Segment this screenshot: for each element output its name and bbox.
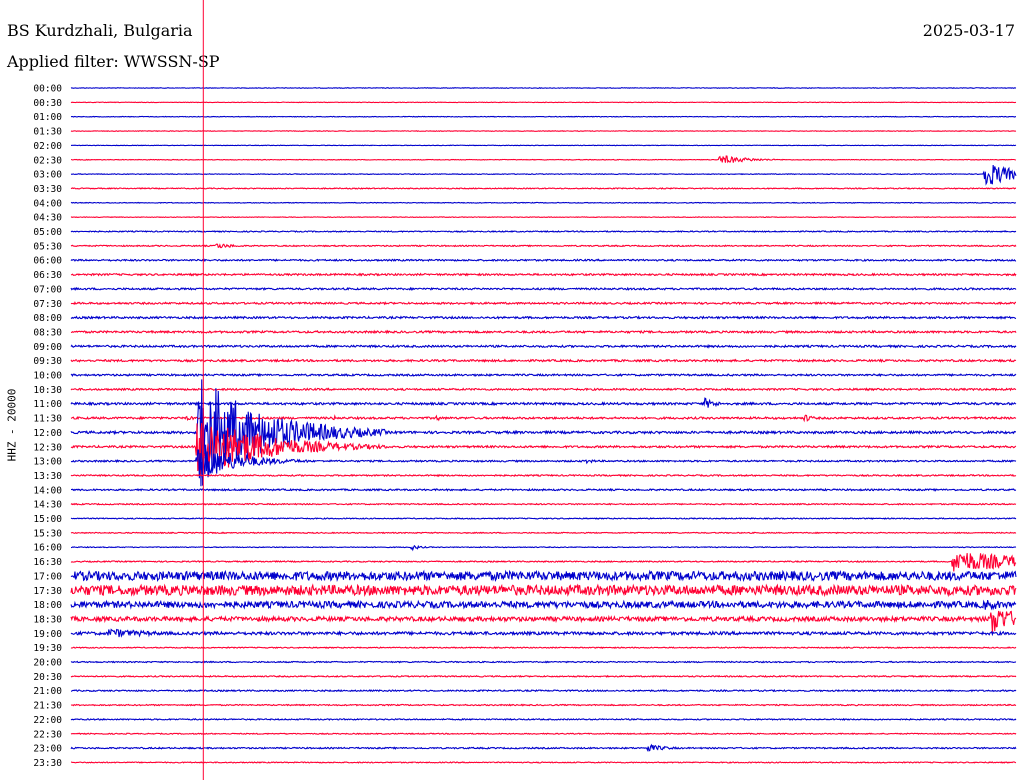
time-tick-label: 08:00 — [33, 313, 62, 324]
time-tick-label: 07:00 — [33, 284, 62, 295]
time-tick-label: 00:30 — [33, 98, 62, 109]
time-tick-label: 22:00 — [33, 715, 62, 726]
time-tick-label: 20:30 — [33, 672, 62, 683]
time-tick-label: 17:00 — [33, 571, 62, 582]
trace-line — [70, 201, 1017, 204]
trace-line — [70, 569, 1017, 583]
trace-line — [70, 230, 1017, 233]
trace-line — [70, 101, 1017, 104]
trace-line — [70, 115, 1017, 118]
trace-line — [70, 286, 1017, 292]
time-tick-label: 12:00 — [33, 428, 62, 439]
time-tick-label: 11:30 — [33, 414, 62, 425]
trace-line — [70, 646, 1017, 649]
time-tick-label: 08:30 — [33, 327, 62, 338]
trace-line — [70, 216, 1017, 219]
trace-line — [70, 552, 1017, 572]
trace-line — [70, 531, 1017, 535]
trace-line — [70, 703, 1017, 707]
time-tick-label: 15:30 — [33, 528, 62, 539]
trace-line — [70, 743, 1017, 752]
trace-line — [70, 87, 1017, 89]
time-tick-label: 13:30 — [33, 471, 62, 482]
time-tick-label: 21:00 — [33, 686, 62, 697]
time-tick-label: 05:30 — [33, 241, 62, 252]
time-tick-label: 06:30 — [33, 270, 62, 281]
trace-line — [70, 502, 1017, 506]
time-tick-label: 03:00 — [33, 170, 62, 181]
trace-line — [70, 343, 1017, 349]
trace-line — [70, 487, 1017, 492]
trace-line — [70, 272, 1017, 277]
trace-line — [70, 130, 1017, 133]
time-tick-label: 13:00 — [33, 457, 62, 468]
time-tick-label: 18:00 — [33, 600, 62, 611]
time-tick-label: 16:30 — [33, 557, 62, 568]
trace-line — [70, 144, 1017, 147]
time-tick-label: 23:00 — [33, 744, 62, 755]
trace-line — [70, 761, 1017, 764]
time-tick-label: 11:00 — [33, 399, 62, 410]
time-tick-label: 09:00 — [33, 342, 62, 353]
time-tick-label: 19:30 — [33, 643, 62, 654]
time-tick-label: 21:30 — [33, 701, 62, 712]
trace-line — [70, 517, 1017, 520]
time-tick-label: 12:30 — [33, 442, 62, 453]
time-tick-label: 14:30 — [33, 500, 62, 511]
time-tick-label: 23:30 — [33, 758, 62, 769]
trace-line — [70, 583, 1017, 598]
time-tick-label: 18:30 — [33, 614, 62, 625]
trace-line — [70, 358, 1017, 364]
time-tick-label: 05:00 — [33, 227, 62, 238]
time-tick-label: 06:00 — [33, 256, 62, 267]
trace-line — [70, 243, 1017, 249]
trace-line — [70, 610, 1017, 633]
time-tick-label: 03:30 — [33, 184, 62, 195]
time-tick-label: 04:00 — [33, 198, 62, 209]
trace-line — [70, 544, 1017, 552]
trace-line — [70, 387, 1017, 392]
time-tick-label: 22:30 — [33, 729, 62, 740]
helicorder-plot: BS Kurdzhali, Bulgaria 2025-03-17 Applie… — [0, 0, 1024, 780]
seismogram-traces: 00:00 00:30 01:00 01:30 02:00 02:30 03:00 03:30… — [33, 0, 1017, 780]
trace-line — [70, 397, 1017, 408]
trace-line — [70, 660, 1017, 664]
trace-line — [70, 628, 1017, 638]
time-tick-label: 16:00 — [33, 543, 62, 554]
time-tick-label: 20:00 — [33, 658, 62, 669]
time-tick-label: 19:00 — [33, 629, 62, 640]
time-tick-label: 01:00 — [33, 112, 62, 123]
trace-line — [70, 414, 1017, 423]
trace-line — [70, 165, 1017, 186]
time-tick-label: 17:30 — [33, 586, 62, 597]
trace-line — [70, 732, 1017, 736]
time-tick-label: 02:00 — [33, 141, 62, 152]
time-tick-label: 00:00 — [33, 84, 62, 95]
time-tick-label: 01:30 — [33, 127, 62, 138]
time-tick-label: 07:30 — [33, 299, 62, 310]
trace-line — [70, 599, 1017, 611]
trace-line — [70, 473, 1017, 478]
time-tick-label: 10:00 — [33, 371, 62, 382]
trace-line — [70, 329, 1017, 335]
trace-line — [70, 155, 1017, 164]
trace-line — [70, 717, 1017, 721]
time-tick-label: 10:30 — [33, 385, 62, 396]
trace-line — [70, 258, 1017, 263]
trace-line — [70, 315, 1017, 320]
time-tick-label: 14:00 — [33, 485, 62, 496]
time-tick-label: 02:30 — [33, 155, 62, 166]
time-tick-label: 15:00 — [33, 514, 62, 525]
trace-line — [70, 674, 1017, 678]
trace-line — [70, 688, 1017, 693]
time-tick-label: 09:30 — [33, 356, 62, 367]
trace-line — [70, 301, 1017, 306]
trace-line — [70, 187, 1017, 190]
trace-line — [70, 372, 1017, 378]
time-tick-label: 04:30 — [33, 213, 62, 224]
